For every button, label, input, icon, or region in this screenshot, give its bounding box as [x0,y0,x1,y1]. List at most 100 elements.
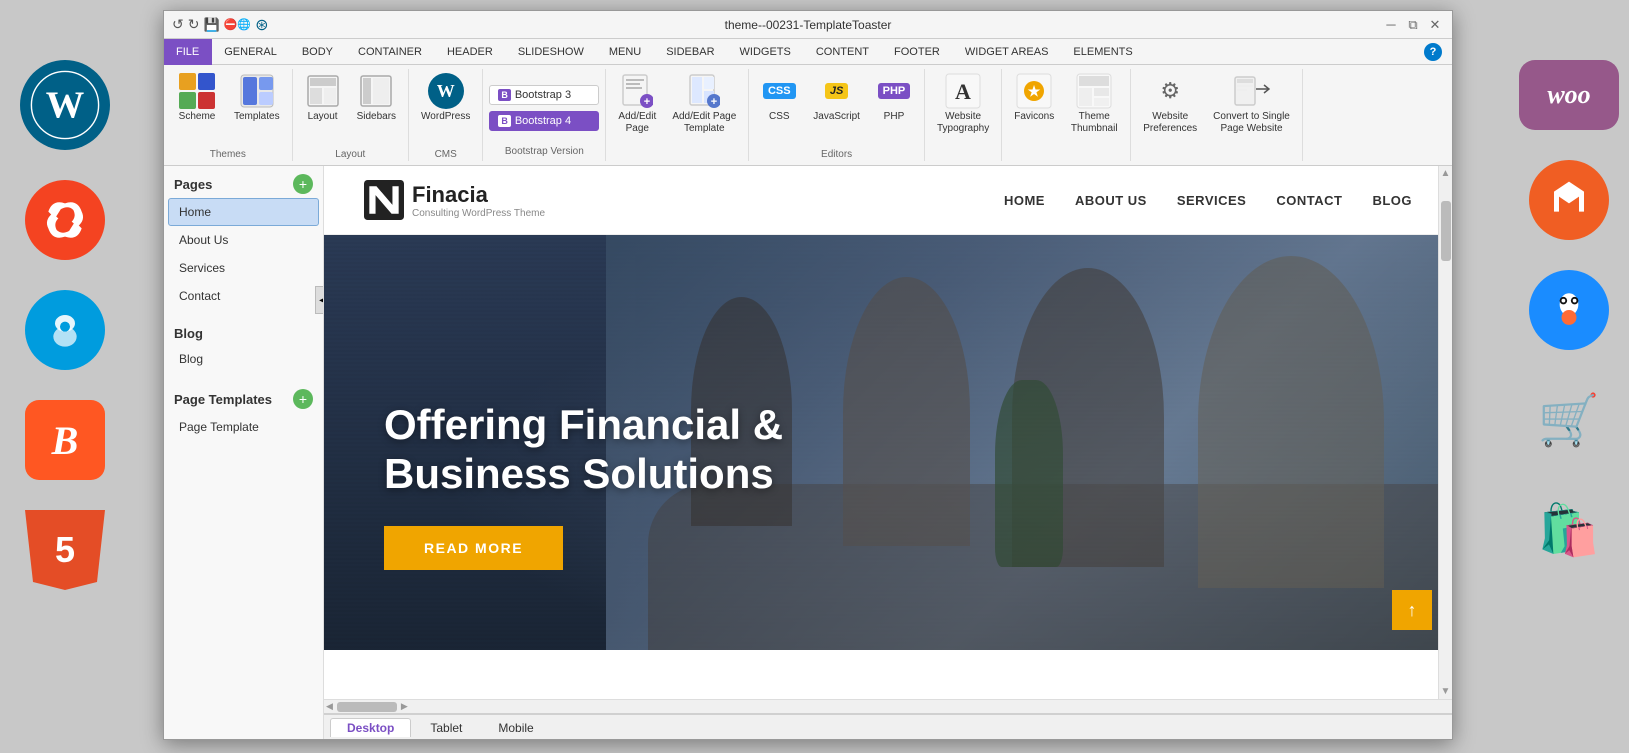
themes-group: Scheme Templates [164,69,293,161]
wordpress-icon[interactable]: W [20,60,110,150]
ribbon-tabs: FILE GENERAL BODY CONTAINER HEADER SLIDE… [164,39,1452,65]
sidebar-item-blog[interactable]: Blog [164,345,323,373]
favicons-button[interactable]: ★ Favicons [1008,69,1060,127]
tab-widgets[interactable]: WIDGETS [728,39,804,65]
puffin-icon[interactable] [1529,270,1609,350]
window-title: theme--00231-TemplateToaster [725,18,892,32]
nav-blog[interactable]: BLOG [1372,193,1412,208]
preview-frame: Finacia Consulting WordPress Theme HOME … [324,166,1452,699]
scheme-button[interactable]: Scheme [170,69,224,127]
javascript-button[interactable]: JS JavaScript [807,69,866,127]
theme-thumbnail-button[interactable]: ThemeThumbnail [1064,69,1124,139]
html5-icon[interactable]: 5 [25,510,105,590]
scroll-right-button[interactable]: ▶ [401,701,408,712]
tab-mobile[interactable]: Mobile [481,718,550,737]
layout-button[interactable]: Layout [299,69,347,127]
nav-about[interactable]: ABOUT US [1075,193,1147,208]
tab-container[interactable]: CONTAINER [346,39,435,65]
sidebars-label: Sidebars [357,111,396,123]
vertical-scrollbar[interactable]: ▲ ▼ [1438,166,1452,699]
nav-services[interactable]: SERVICES [1177,193,1247,208]
convert-button[interactable]: Convert to SinglePage Website [1207,69,1296,139]
hero-content: Offering Financial & Business Solutions … [384,401,864,570]
tab-content[interactable]: CONTENT [804,39,882,65]
add-edit-page-button[interactable]: + Add/EditPage [612,69,662,139]
tab-menu[interactable]: MENU [597,39,654,65]
blogger-icon[interactable]: B [25,400,105,480]
blog-title: Blog [174,326,203,341]
undo-icon[interactable]: ↺ [172,16,184,33]
tab-slideshow[interactable]: SLIDESHOW [506,39,597,65]
tab-body[interactable]: BODY [290,39,346,65]
sidebar-item-page-template[interactable]: Page Template [164,413,323,441]
tab-widget-areas[interactable]: WIDGET AREAS [953,39,1062,65]
help-icon[interactable]: ? [1424,43,1442,61]
window-controls: ─ ⧉ ✕ [1382,16,1444,34]
wordpress-button[interactable]: W WordPress [415,69,476,127]
bootstrap-version-group: B Bootstrap 3 B Bootstrap 4 Bootstrap Ve… [483,69,606,161]
tab-sidebar[interactable]: SIDEBAR [654,39,727,65]
tab-elements[interactable]: ELEMENTS [1061,39,1145,65]
bootstrap4-button[interactable]: B Bootstrap 4 [489,111,599,131]
wt-items: A WebsiteTypography [931,69,995,147]
website-typography-label: WebsiteTypography [937,111,989,135]
php-icon: PHP [876,73,912,109]
add-edit-items: + Add/EditPage [612,69,742,147]
css-button[interactable]: CSS CSS [755,69,803,127]
preview-scroll: Finacia Consulting WordPress Theme HOME … [324,166,1452,699]
sidebar-item-services[interactable]: Services [164,254,323,282]
scrollbar-thumb[interactable] [1441,201,1451,261]
woo-icon[interactable]: woo [1519,60,1619,130]
website-typography-button[interactable]: A WebsiteTypography [931,69,995,139]
add-page-button[interactable]: + [293,174,313,194]
tab-tablet[interactable]: Tablet [413,718,479,737]
website-logo: Finacia Consulting WordPress Theme [364,180,545,220]
nav-contact[interactable]: CONTACT [1276,193,1342,208]
scroll-left-button[interactable]: ◀ [326,701,333,712]
drupal-icon[interactable] [25,290,105,370]
scheme-label: Scheme [179,111,216,123]
horizontal-scrollbar[interactable]: ◀ ▶ [324,699,1452,713]
cart-icon[interactable]: 🛍️ [1529,490,1609,570]
tab-general[interactable]: GENERAL [212,39,290,65]
scroll-up-button[interactable]: ▲ [1439,166,1452,181]
tab-footer[interactable]: FOOTER [882,39,953,65]
sidebar-item-home[interactable]: Home [168,198,319,226]
website-preferences-button[interactable]: ⚙ WebsitePreferences [1137,69,1203,139]
collapse-sidebar-button[interactable]: ◀ [315,286,324,314]
php-button[interactable]: PHP PHP [870,69,918,127]
templates-button[interactable]: Templates [228,69,286,127]
nav-home[interactable]: HOME [1004,193,1045,208]
sidebars-button[interactable]: Sidebars [351,69,402,127]
save-icon[interactable]: 💾 [203,17,219,33]
opencart-icon[interactable]: 🛒 [1529,380,1609,460]
redo-icon[interactable]: ↻ [188,16,200,33]
sidebars-icon [358,73,394,109]
joomla-icon[interactable] [25,180,105,260]
templates-icon [239,73,275,109]
favicon-items: ★ Favicons [1008,69,1124,147]
tab-desktop[interactable]: Desktop [330,718,411,737]
layout-group-items: Layout Sidebars [299,69,402,147]
scroll-to-top-button[interactable]: ↑ [1392,590,1432,630]
close-button[interactable]: ✕ [1426,16,1444,34]
magento-icon[interactable] [1529,160,1609,240]
help-button[interactable]: ? [1414,39,1452,65]
tab-file[interactable]: FILE [164,39,212,65]
maximize-button[interactable]: ⧉ [1404,16,1422,34]
h-scrollbar-thumb[interactable] [337,702,397,712]
svg-text:A: A [955,79,971,104]
hero-read-more-button[interactable]: READ MORE [384,526,563,570]
add-page-template-button[interactable]: + [293,389,313,409]
minimize-button[interactable]: ─ [1382,16,1400,34]
sidebar-item-contact[interactable]: Contact [164,282,323,310]
scroll-down-button[interactable]: ▼ [1439,684,1452,699]
website-header: Finacia Consulting WordPress Theme HOME … [324,166,1452,235]
tab-header[interactable]: HEADER [435,39,506,65]
file-icons: ⛔🌐 [224,18,251,31]
main-content: ◀ Pages + Home About Us Services Contact… [164,166,1452,739]
sidebar-item-about[interactable]: About Us [164,226,323,254]
editors-group: CSS CSS JS JavaScript PHP P [749,69,925,161]
bootstrap3-button[interactable]: B Bootstrap 3 [489,85,599,105]
add-edit-template-button[interactable]: + Add/Edit PageTemplate [666,69,742,139]
